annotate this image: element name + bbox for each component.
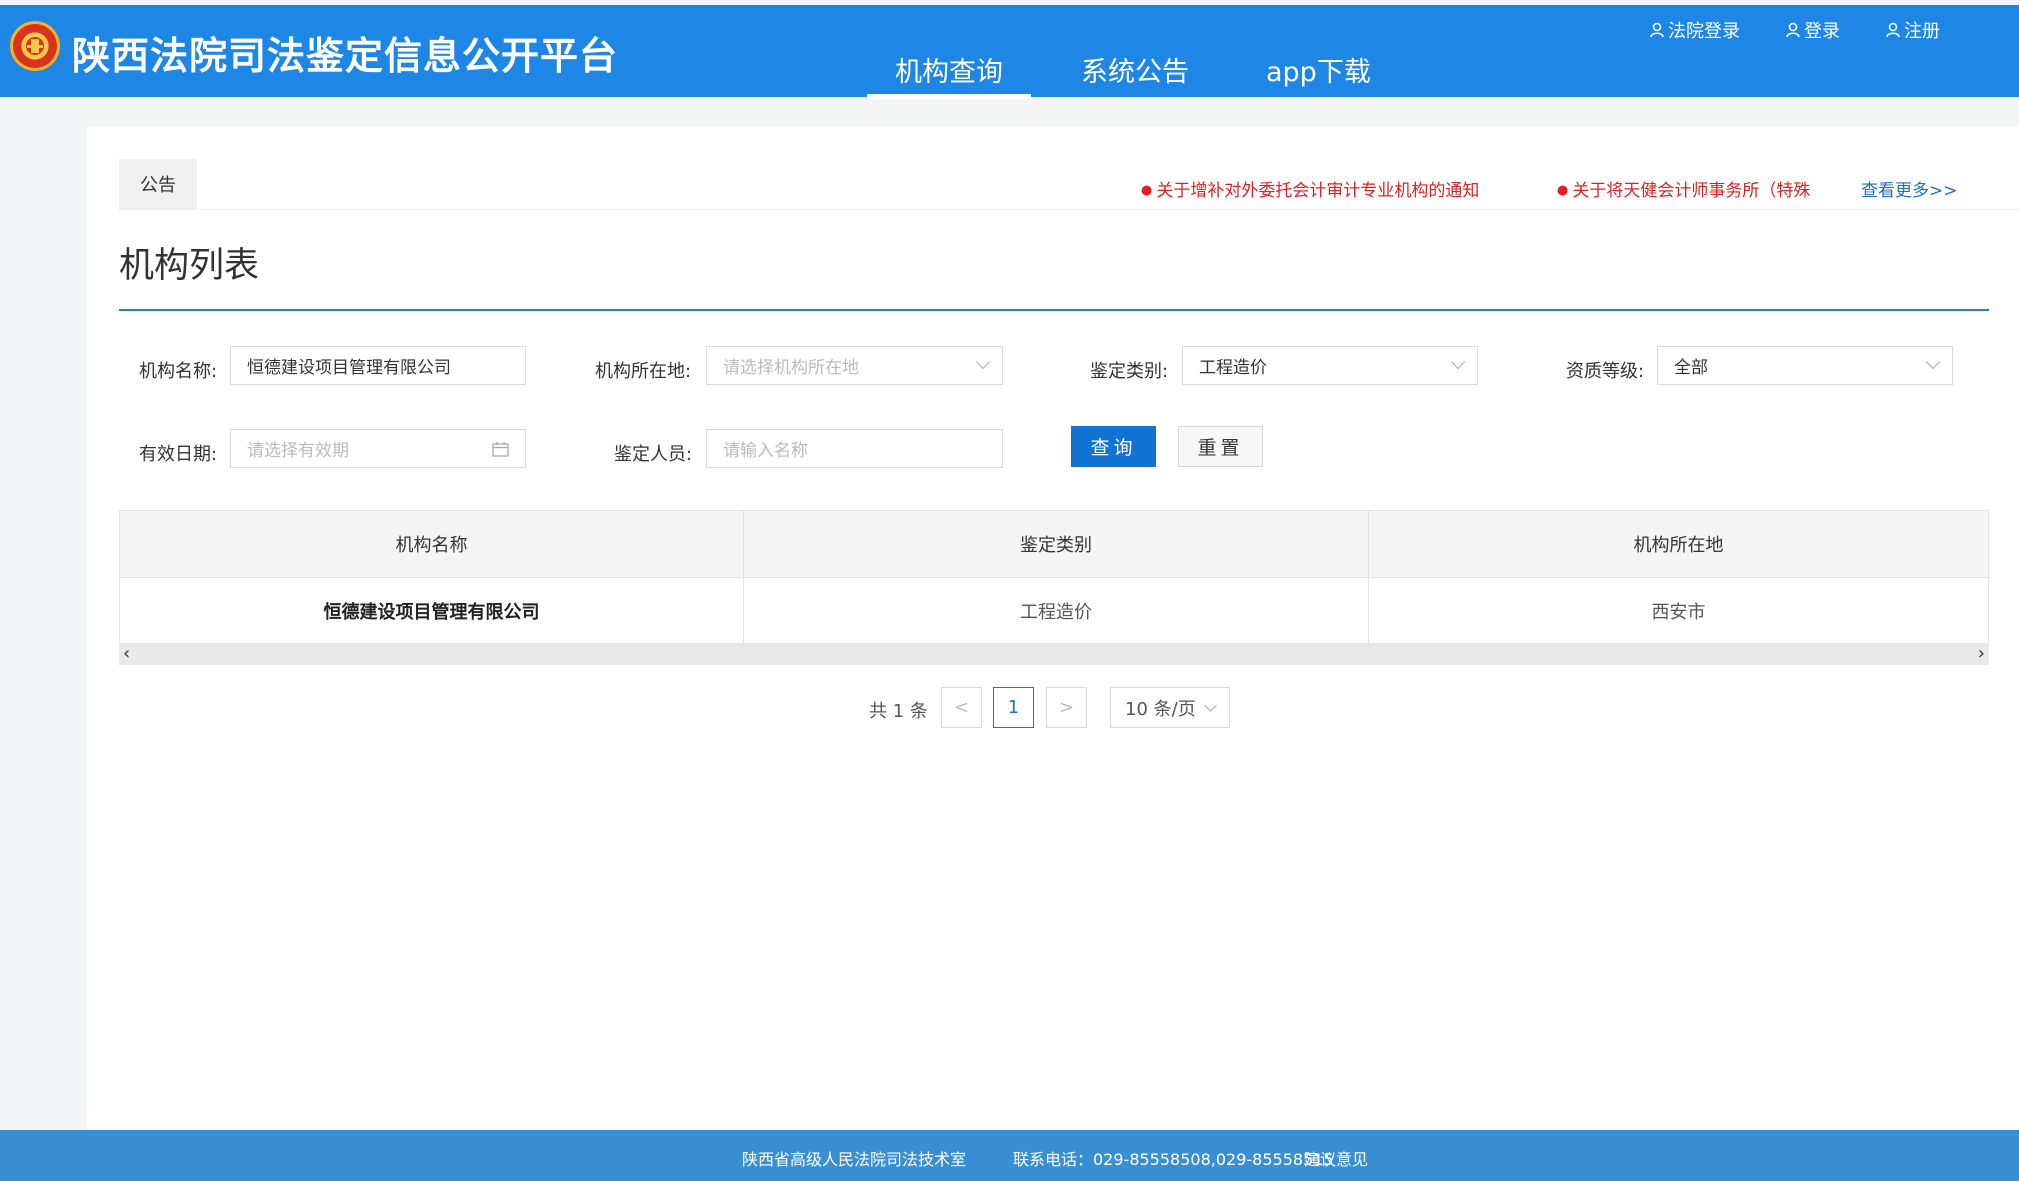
- nav-item-org-query[interactable]: 机构查询: [867, 50, 1031, 99]
- query-button[interactable]: 查询: [1071, 426, 1156, 467]
- feedback-link[interactable]: 建议意见: [1304, 1146, 1368, 1170]
- cell-location: 西安市: [1368, 577, 1989, 645]
- horizontal-scrollbar[interactable]: ‹ ›: [119, 643, 1989, 665]
- register-link[interactable]: 注册: [1886, 17, 1940, 43]
- page-title: 机构列表: [119, 246, 260, 286]
- notice-item[interactable]: ● 关于将天健会计师事务所（特殊: [1557, 176, 1810, 201]
- qualification-label: 资质等级:: [1566, 361, 1645, 382]
- court-login-link[interactable]: 法院登录: [1650, 17, 1740, 43]
- user-icon: [1650, 22, 1664, 38]
- login-label: 登录: [1804, 21, 1840, 42]
- org-name-label: 机构名称:: [139, 361, 218, 382]
- org-location-placeholder: 请选择机构所在地: [723, 358, 859, 378]
- notice-tab[interactable]: 公告: [119, 159, 197, 209]
- org-table: 机构名称 鉴定类别 机构所在地 恒德建设项目管理有限公司 工程造价 西安市: [119, 510, 1989, 645]
- nav-item-system-notice[interactable]: 系统公告: [1081, 50, 1189, 89]
- appraiser-input[interactable]: 请输入名称: [706, 429, 1003, 468]
- user-icon: [1886, 22, 1900, 38]
- org-location-label: 机构所在地:: [595, 361, 692, 382]
- valid-date-placeholder: 请选择有效期: [247, 441, 349, 461]
- page-button-current[interactable]: 1: [993, 687, 1034, 728]
- cell-org-name[interactable]: 恒德建设项目管理有限公司: [119, 577, 744, 645]
- footer: 陕西省高级人民法院司法技术室 联系电话：029-85558508,029-855…: [0, 1130, 2019, 1181]
- category-select[interactable]: 工程造价: [1182, 346, 1478, 385]
- valid-date-picker[interactable]: 请选择有效期: [230, 429, 526, 468]
- next-page-button[interactable]: >: [1046, 687, 1087, 728]
- column-header-location[interactable]: 机构所在地: [1368, 510, 1989, 578]
- appraiser-label: 鉴定人员:: [614, 444, 693, 465]
- chevron-down-icon: [1204, 699, 1217, 712]
- bullet-icon: ●: [1141, 183, 1153, 198]
- category-value: 工程造价: [1199, 358, 1267, 378]
- top-header: 陕西法院司法鉴定信息公开平台 机构查询 系统公告 app下载 法院登录 登录 注…: [0, 5, 2019, 99]
- court-login-label: 法院登录: [1668, 21, 1740, 42]
- scroll-left-icon[interactable]: ‹: [123, 643, 130, 665]
- prev-page-button[interactable]: <: [941, 687, 982, 728]
- title-divider: [119, 309, 1989, 311]
- category-label: 鉴定类别:: [1090, 361, 1169, 382]
- cell-category: 工程造价: [743, 577, 1369, 645]
- view-more-link[interactable]: 查看更多>>: [1861, 176, 1958, 201]
- notice-item-text: 关于将天健会计师事务所（特殊: [1572, 181, 1811, 201]
- notice-item[interactable]: ● 关于增补对外委托会计审计专业机构的通知: [1141, 176, 1479, 201]
- reset-button[interactable]: 重置: [1178, 426, 1263, 467]
- column-header-org-name[interactable]: 机构名称: [119, 510, 744, 578]
- user-icon: [1786, 22, 1800, 38]
- page-size-value: 10 条/页: [1125, 698, 1196, 720]
- qualification-select[interactable]: 全部: [1657, 346, 1953, 385]
- site-title: 陕西法院司法鉴定信息公开平台: [72, 34, 619, 78]
- footer-org: 陕西省高级人民法院司法技术室: [742, 1150, 967, 1169]
- court-emblem-icon: [10, 21, 60, 71]
- nav-item-app-download[interactable]: app下载: [1266, 50, 1371, 89]
- scroll-right-icon[interactable]: ›: [1978, 643, 1985, 665]
- chevron-down-icon: [1450, 354, 1466, 370]
- main-panel: 公告 ● 关于增补对外委托会计审计专业机构的通知 ● 关于将天健会计师事务所（特殊 …: [87, 127, 2019, 1129]
- notice-divider: [119, 209, 2019, 210]
- bullet-icon: ●: [1557, 183, 1569, 198]
- chevron-down-icon: [1925, 354, 1941, 370]
- login-link[interactable]: 登录: [1786, 17, 1840, 43]
- table-header-row: 机构名称 鉴定类别 机构所在地: [119, 510, 1989, 578]
- org-location-select[interactable]: 请选择机构所在地: [706, 346, 1003, 385]
- qualification-value: 全部: [1674, 358, 1708, 378]
- table-row[interactable]: 恒德建设项目管理有限公司 工程造价 西安市: [119, 577, 1989, 645]
- org-name-input[interactable]: 恒德建设项目管理有限公司: [230, 346, 526, 385]
- valid-date-label: 有效日期:: [139, 444, 218, 465]
- footer-contact: 联系电话：029-85558508,029-85558515: [1013, 1150, 1334, 1169]
- appraiser-placeholder: 请输入名称: [723, 441, 808, 461]
- chevron-down-icon: [975, 354, 991, 370]
- notice-item-text: 关于增补对外委托会计审计专业机构的通知: [1156, 181, 1480, 201]
- page-size-select[interactable]: 10 条/页: [1110, 687, 1230, 728]
- column-header-category[interactable]: 鉴定类别: [743, 510, 1369, 578]
- org-name-value: 恒德建设项目管理有限公司: [247, 358, 451, 378]
- register-label: 注册: [1904, 21, 1940, 42]
- calendar-icon: [492, 442, 509, 457]
- pagination-total: 共 1 条: [869, 701, 928, 722]
